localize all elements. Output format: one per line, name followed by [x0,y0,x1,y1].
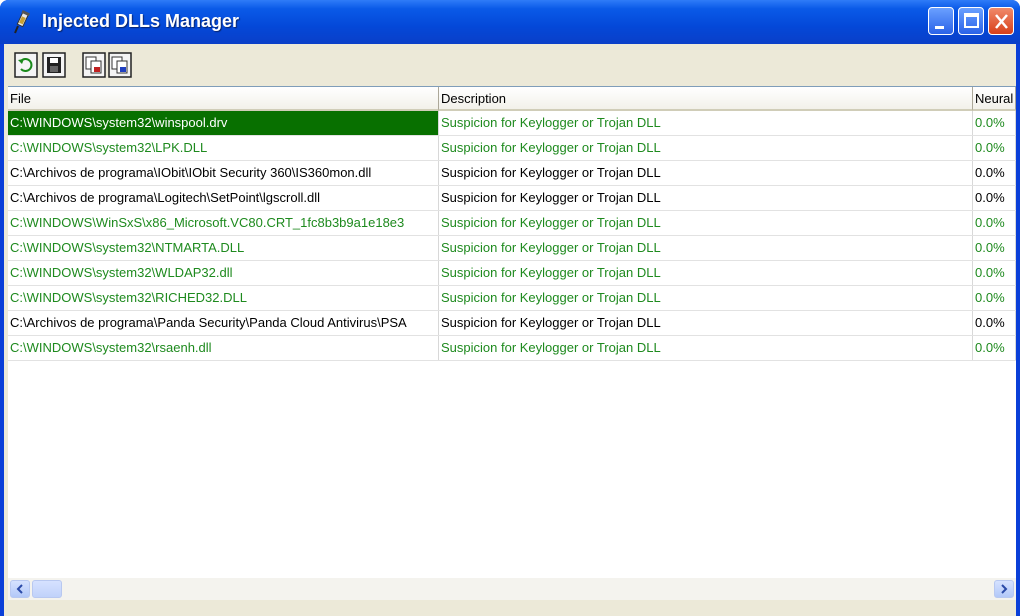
file-cell: C:\WINDOWS\system32\LPK.DLL [8,136,439,160]
list-header: File Description Neural [8,87,1016,111]
minimize-icon [935,26,944,29]
description-cell: Suspicion for Keylogger or Trojan DLL [439,186,973,210]
neural-cell: 0.0% [973,236,1016,260]
column-header-description[interactable]: Description [439,87,973,111]
neural-cell: 0.0% [973,261,1016,285]
dll-list[interactable]: File Description Neural C:\WINDOWS\syste… [8,86,1016,616]
table-row[interactable]: C:\WINDOWS\system32\NTMARTA.DLL Suspicio… [8,236,1016,261]
file-cell: C:\Archivos de programa\Logitech\SetPoin… [8,186,439,210]
description-cell: Suspicion for Keylogger or Trojan DLL [439,336,973,360]
description-cell: Suspicion for Keylogger or Trojan DLL [439,261,973,285]
close-button[interactable] [988,7,1014,35]
refresh-icon [14,52,38,78]
app-window: Injected DLLs Manager File Description N… [0,0,1020,616]
table-row[interactable]: C:\Archivos de programa\IObit\IObit Secu… [8,161,1016,186]
status-bar [4,600,1016,616]
file-cell: C:\Archivos de programa\Panda Security\P… [8,311,439,335]
table-row[interactable]: C:\Archivos de programa\Panda Security\P… [8,311,1016,336]
scroll-right-button[interactable] [994,580,1014,598]
toolbar [4,44,1016,86]
save-button[interactable] [42,52,66,78]
file-cell: C:\Archivos de programa\IObit\IObit Secu… [8,161,439,185]
title-bar[interactable]: Injected DLLs Manager [0,0,1020,44]
maximize-icon [964,13,979,28]
description-cell: Suspicion for Keylogger or Trojan DLL [439,111,973,135]
scroll-left-button[interactable] [10,580,30,598]
copy-icon [82,52,106,78]
file-cell: C:\WINDOWS\system32\WLDAP32.dll [8,261,439,285]
maximize-button[interactable] [958,7,984,35]
close-icon [995,14,1008,29]
neural-cell: 0.0% [973,211,1016,235]
description-cell: Suspicion for Keylogger or Trojan DLL [439,286,973,310]
column-header-file[interactable]: File [8,87,439,111]
chevron-right-icon [1001,584,1008,594]
table-row[interactable]: C:\WINDOWS\system32\rsaenh.dll Suspicion… [8,336,1016,361]
horizontal-scrollbar[interactable] [8,578,1016,600]
chevron-left-icon [16,584,23,594]
refresh-button[interactable] [14,52,38,78]
client-area: File Description Neural C:\WINDOWS\syste… [4,44,1016,616]
file-cell: C:\WINDOWS\system32\RICHED32.DLL [8,286,439,310]
minimize-button[interactable] [928,7,954,35]
description-cell: Suspicion for Keylogger or Trojan DLL [439,311,973,335]
syringe-icon [10,9,36,35]
neural-cell: 0.0% [973,161,1016,185]
neural-cell: 0.0% [973,286,1016,310]
copy-alt-icon [108,52,132,78]
file-cell: C:\WINDOWS\system32\winspool.drv [8,111,439,135]
description-cell: Suspicion for Keylogger or Trojan DLL [439,136,973,160]
description-cell: Suspicion for Keylogger or Trojan DLL [439,236,973,260]
column-header-neural[interactable]: Neural [973,87,1016,111]
table-row[interactable]: C:\Archivos de programa\Logitech\SetPoin… [8,186,1016,211]
file-cell: C:\WINDOWS\system32\rsaenh.dll [8,336,439,360]
window-title: Injected DLLs Manager [42,11,240,31]
table-row[interactable]: C:\WINDOWS\system32\RICHED32.DLL Suspici… [8,286,1016,311]
copy-button[interactable] [82,52,106,78]
copy-alt-button[interactable] [108,52,132,78]
scroll-thumb[interactable] [32,580,62,598]
save-icon [42,52,66,78]
file-cell: C:\WINDOWS\system32\NTMARTA.DLL [8,236,439,260]
neural-cell: 0.0% [973,311,1016,335]
neural-cell: 0.0% [973,111,1016,135]
table-row[interactable]: C:\WINDOWS\system32\winspool.drv Suspici… [8,111,1016,136]
table-row[interactable]: C:\WINDOWS\WinSxS\x86_Microsoft.VC80.CRT… [8,211,1016,236]
list-rows: C:\WINDOWS\system32\winspool.drv Suspici… [8,111,1016,361]
table-row[interactable]: C:\WINDOWS\system32\LPK.DLL Suspicion fo… [8,136,1016,161]
neural-cell: 0.0% [973,186,1016,210]
neural-cell: 0.0% [973,336,1016,360]
description-cell: Suspicion for Keylogger or Trojan DLL [439,161,973,185]
file-cell: C:\WINDOWS\WinSxS\x86_Microsoft.VC80.CRT… [8,211,439,235]
description-cell: Suspicion for Keylogger or Trojan DLL [439,211,973,235]
table-row[interactable]: C:\WINDOWS\system32\WLDAP32.dll Suspicio… [8,261,1016,286]
neural-cell: 0.0% [973,136,1016,160]
